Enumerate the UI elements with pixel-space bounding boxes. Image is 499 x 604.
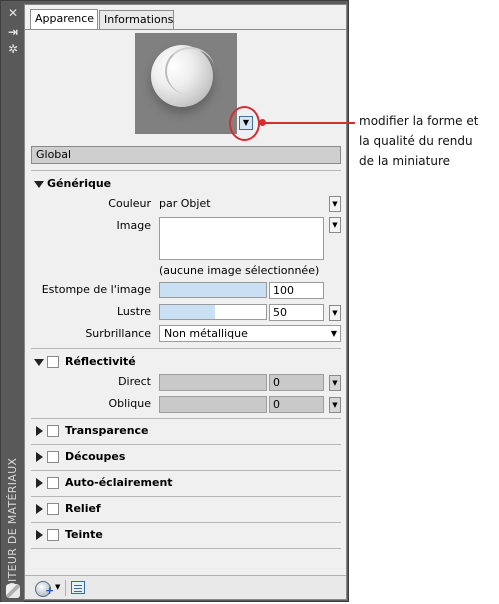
color-label: Couleur xyxy=(108,197,151,210)
image-fade-value[interactable]: 100 xyxy=(269,282,324,299)
highlight-select-value: Non métallique xyxy=(164,327,248,340)
direct-dropdown-button[interactable]: ▼ xyxy=(329,375,341,391)
section-tint-title[interactable]: Teinte xyxy=(65,528,103,541)
divider xyxy=(31,548,341,549)
palette-title: EDITEUR DE MATÉRIAUX xyxy=(6,457,19,598)
preview-options-dropdown-button[interactable]: ▼ xyxy=(239,116,253,130)
color-value: par Objet xyxy=(159,197,211,210)
direct-slider[interactable] xyxy=(159,374,267,391)
image-slot[interactable] xyxy=(159,217,324,260)
gloss-slider-fill xyxy=(160,305,215,319)
gloss-slider[interactable] xyxy=(159,304,267,320)
chevron-down-icon[interactable]: ▼ xyxy=(55,583,60,591)
divider xyxy=(31,348,341,349)
image-status-note: (aucune image sélectionnée) xyxy=(159,264,320,277)
expand-triangle-icon[interactable] xyxy=(36,478,43,488)
divider xyxy=(31,470,341,471)
callout-line xyxy=(262,122,355,124)
material-preview[interactable] xyxy=(135,33,237,134)
oblique-dropdown-button[interactable]: ▼ xyxy=(329,397,341,413)
section-generic-title[interactable]: Générique xyxy=(47,177,111,190)
divider xyxy=(31,170,341,171)
expand-triangle-icon[interactable] xyxy=(36,452,43,462)
section-self-illumination-title[interactable]: Auto-éclairement xyxy=(65,476,173,489)
divider xyxy=(31,522,341,523)
section-cutouts-title[interactable]: Découpes xyxy=(65,450,125,463)
gloss-value[interactable]: 50 xyxy=(269,304,324,321)
image-fade-slider-fill xyxy=(160,283,266,297)
divider xyxy=(31,444,341,445)
transparency-checkbox[interactable] xyxy=(47,425,59,437)
image-fade-slider[interactable] xyxy=(159,282,267,298)
expand-triangle-icon[interactable] xyxy=(36,530,43,540)
tab-appearance[interactable]: Apparence xyxy=(30,9,98,30)
gloss-dropdown-button[interactable]: ▼ xyxy=(329,305,341,321)
direct-label: Direct xyxy=(118,375,151,388)
material-browser-icon[interactable] xyxy=(71,581,85,594)
close-icon[interactable]: ✕ xyxy=(6,7,20,19)
tint-checkbox[interactable] xyxy=(47,529,59,541)
highlight-select[interactable]: Non métallique ▼ xyxy=(159,325,341,342)
gloss-label: Lustre xyxy=(117,305,151,318)
callout-line-3: de la miniature xyxy=(359,154,450,168)
image-fade-label: Estompe de l'image xyxy=(41,283,151,296)
tab-divider xyxy=(25,29,346,30)
oblique-slider[interactable] xyxy=(159,396,267,413)
divider xyxy=(31,496,341,497)
image-label: Image xyxy=(116,219,151,232)
reflectivity-checkbox[interactable] xyxy=(47,356,59,368)
bump-checkbox[interactable] xyxy=(47,503,59,515)
plus-icon: + xyxy=(45,584,55,597)
bottom-toolbar: + ▼ xyxy=(25,575,346,599)
color-dropdown-button[interactable]: ▼ xyxy=(329,196,341,212)
materials-editor-window: ✕ ⇥ ✲ EDITEUR DE MATÉRIAUX Apparence Inf… xyxy=(0,0,349,602)
toolbar-separator xyxy=(65,580,66,596)
callout-line-1: modifier la forme et xyxy=(359,114,479,128)
sphere-seam xyxy=(165,47,215,95)
expand-triangle-icon[interactable] xyxy=(34,359,44,366)
section-transparency-title[interactable]: Transparence xyxy=(65,424,149,437)
palette-title-bar[interactable]: ✕ ⇥ ✲ EDITEUR DE MATÉRIAUX xyxy=(2,2,24,602)
properties-icon[interactable]: ✲ xyxy=(6,43,20,55)
callout-dot xyxy=(259,119,266,126)
palette-content: Apparence Informations ▼ Global Génériqu… xyxy=(24,4,347,600)
cutouts-checkbox[interactable] xyxy=(47,451,59,463)
self-illumination-checkbox[interactable] xyxy=(47,477,59,489)
expand-triangle-icon[interactable] xyxy=(36,426,43,436)
callout-line-2: la qualité du rendu xyxy=(359,134,473,148)
image-dropdown-button[interactable]: ▼ xyxy=(329,217,341,233)
divider xyxy=(31,418,341,419)
palette-icon xyxy=(6,584,20,598)
expand-triangle-icon[interactable] xyxy=(34,181,44,188)
oblique-label: Oblique xyxy=(108,397,151,410)
direct-value[interactable]: 0 xyxy=(269,374,324,391)
section-bump-title[interactable]: Relief xyxy=(65,502,101,515)
material-name-field[interactable]: Global xyxy=(31,146,341,164)
auto-hide-icon[interactable]: ⇥ xyxy=(6,26,20,38)
chevron-down-icon: ▼ xyxy=(330,329,337,338)
expand-triangle-icon[interactable] xyxy=(36,504,43,514)
highlight-label: Surbrillance xyxy=(85,327,151,340)
oblique-value[interactable]: 0 xyxy=(269,396,324,413)
callout-annotation: modifier la forme et la qualité du rendu… xyxy=(359,111,499,171)
section-reflectivity-title[interactable]: Réflectivité xyxy=(65,355,136,368)
tab-information[interactable]: Informations xyxy=(99,10,174,29)
